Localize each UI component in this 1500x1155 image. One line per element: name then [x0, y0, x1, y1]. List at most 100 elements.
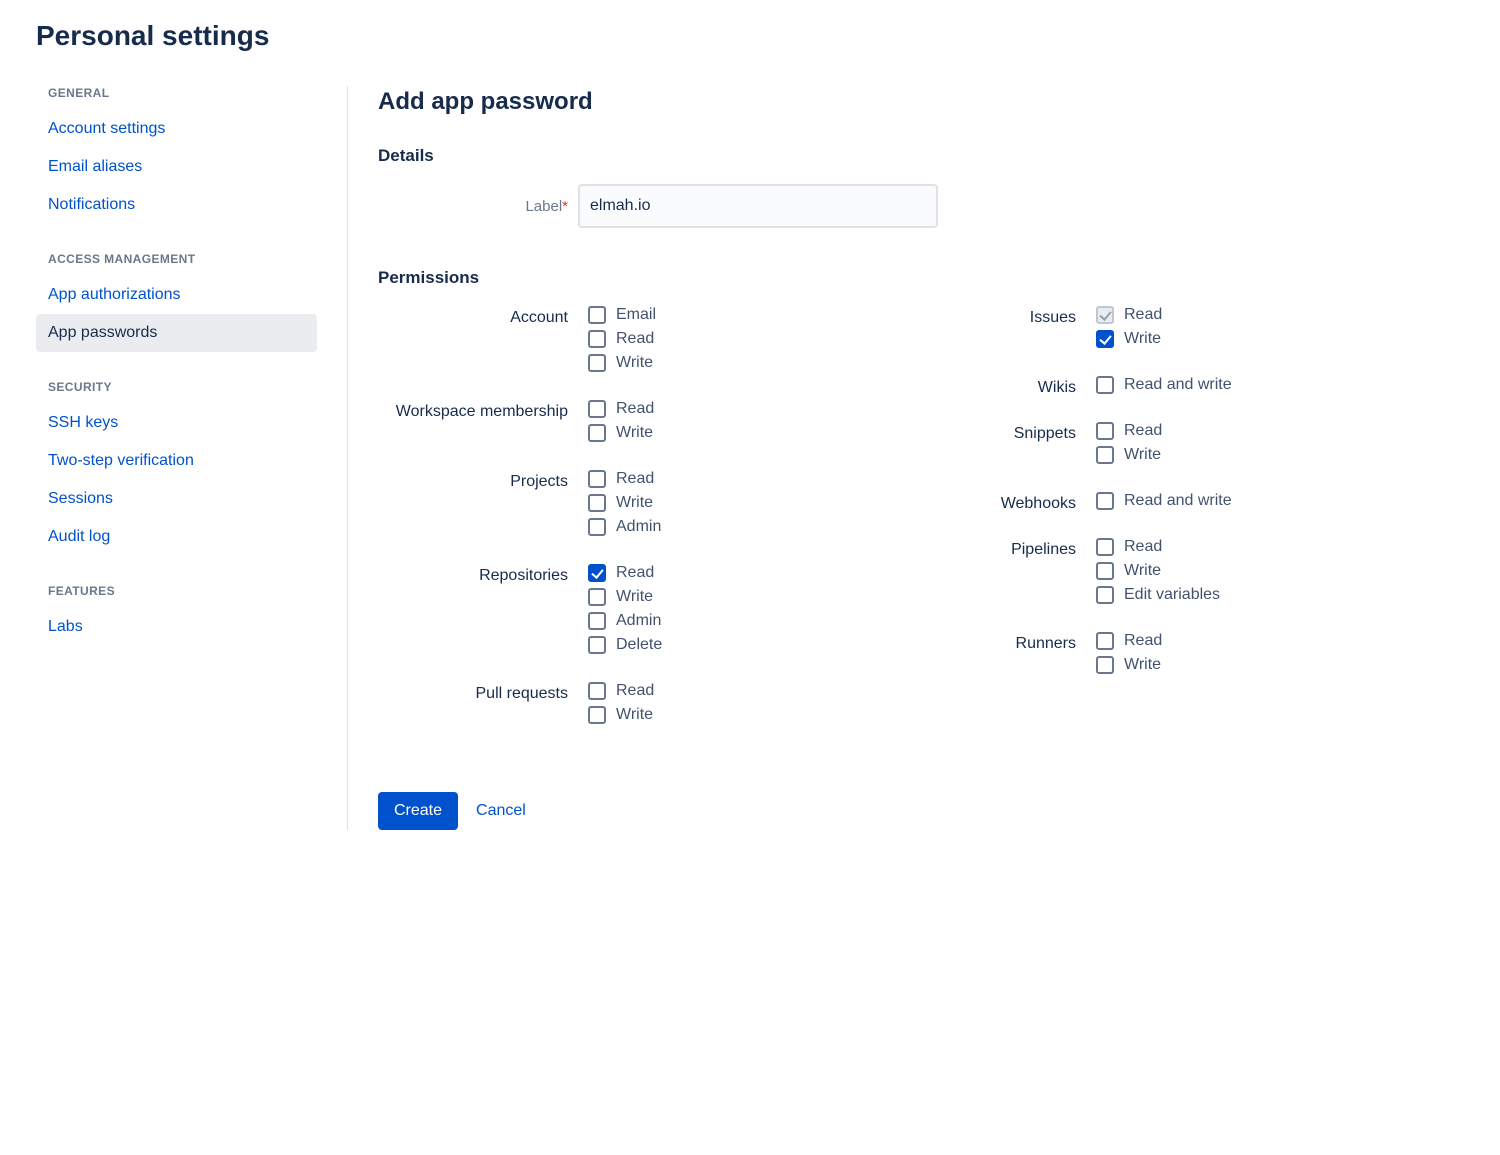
sidebar-item-two-step-verification[interactable]: Two-step verification	[36, 442, 317, 480]
label-input[interactable]	[578, 184, 938, 228]
checkbox[interactable]	[588, 330, 606, 348]
label-text: Label	[525, 198, 562, 215]
checkbox[interactable]	[588, 400, 606, 418]
sidebar-item-notifications[interactable]: Notifications	[36, 186, 317, 224]
sidebar-item-email-aliases[interactable]: Email aliases	[36, 148, 317, 186]
perm-option-label: Read	[1124, 306, 1162, 324]
perm-group-options: Read Write	[1096, 306, 1464, 354]
perm-option-read[interactable]: Read	[588, 400, 901, 418]
perm-option-label: Write	[1124, 330, 1161, 348]
perm-option-email[interactable]: Email	[588, 306, 901, 324]
checkbox[interactable]	[1096, 562, 1114, 580]
checkbox	[1096, 306, 1114, 324]
sidebar-item-audit-log[interactable]: Audit log	[36, 518, 317, 556]
perm-group-label: Projects	[378, 470, 588, 542]
perm-option-write[interactable]: Write	[1096, 330, 1464, 348]
permissions-column-right: IssuesReadWriteWikisRead and writeSnippe…	[941, 306, 1464, 752]
perm-option-write[interactable]: Write	[588, 424, 901, 442]
checkbox[interactable]	[1096, 538, 1114, 556]
checkbox[interactable]	[588, 564, 606, 582]
perm-group-options: Read and write	[1096, 376, 1464, 400]
checkbox[interactable]	[588, 306, 606, 324]
required-asterisk: *	[562, 198, 568, 215]
sidebar-section-heading: ACCESS MANAGEMENT	[36, 252, 317, 266]
perm-group-label: Pull requests	[378, 682, 588, 730]
sidebar: GENERALAccount settingsEmail aliasesNoti…	[36, 86, 348, 830]
perm-group-label: Repositories	[378, 564, 588, 660]
perm-group-options: Email Read Write	[588, 306, 901, 378]
permissions-column-left: AccountEmailReadWriteWorkspace membershi…	[378, 306, 901, 752]
perm-group-projects: Projects Read Write Admin	[378, 470, 901, 542]
perm-option-label: Read	[616, 564, 654, 582]
perm-group-options: Read Write Edit variables	[1096, 538, 1464, 610]
perm-option-delete[interactable]: Delete	[588, 636, 901, 654]
perm-option-read[interactable]: Read	[588, 470, 901, 488]
checkbox[interactable]	[1096, 656, 1114, 674]
perm-option-admin[interactable]: Admin	[588, 612, 901, 630]
sidebar-item-account-settings[interactable]: Account settings	[36, 110, 317, 148]
perm-option-read-and-write[interactable]: Read and write	[1096, 492, 1464, 510]
checkbox[interactable]	[588, 588, 606, 606]
checkbox[interactable]	[588, 518, 606, 536]
perm-option-edit-variables[interactable]: Edit variables	[1096, 586, 1464, 604]
checkbox[interactable]	[1096, 330, 1114, 348]
create-button[interactable]: Create	[378, 792, 458, 830]
checkbox[interactable]	[588, 706, 606, 724]
checkbox[interactable]	[1096, 422, 1114, 440]
checkbox[interactable]	[588, 612, 606, 630]
perm-option-label: Read	[616, 470, 654, 488]
checkbox[interactable]	[1096, 446, 1114, 464]
perm-option-label: Read	[1124, 632, 1162, 650]
perm-group-options: Read Write Admin Delete	[588, 564, 901, 660]
perm-option-read[interactable]: Read	[1096, 632, 1464, 650]
sidebar-item-sessions[interactable]: Sessions	[36, 480, 317, 518]
perm-option-write[interactable]: Write	[1096, 562, 1464, 580]
permissions-container: AccountEmailReadWriteWorkspace membershi…	[378, 306, 1464, 752]
checkbox[interactable]	[588, 636, 606, 654]
perm-option-admin[interactable]: Admin	[588, 518, 901, 536]
perm-option-read[interactable]: Read	[588, 682, 901, 700]
perm-option-read[interactable]: Read	[588, 330, 901, 348]
perm-group-options: Read Write Admin	[588, 470, 901, 542]
perm-option-write[interactable]: Write	[1096, 656, 1464, 674]
perm-option-write[interactable]: Write	[588, 354, 901, 372]
cancel-button[interactable]: Cancel	[476, 802, 526, 820]
perm-option-write[interactable]: Write	[588, 588, 901, 606]
perm-group-label: Pipelines	[941, 538, 1096, 610]
checkbox[interactable]	[1096, 492, 1114, 510]
sidebar-item-app-authorizations[interactable]: App authorizations	[36, 276, 317, 314]
perm-option-label: Email	[616, 306, 656, 324]
perm-group-label: Runners	[941, 632, 1096, 680]
perm-group-label: Snippets	[941, 422, 1096, 470]
perm-option-label: Write	[616, 494, 653, 512]
perm-option-label: Edit variables	[1124, 586, 1220, 604]
perm-option-write[interactable]: Write	[588, 494, 901, 512]
checkbox[interactable]	[588, 494, 606, 512]
perm-option-label: Admin	[616, 518, 661, 536]
checkbox[interactable]	[1096, 376, 1114, 394]
sidebar-item-ssh-keys[interactable]: SSH keys	[36, 404, 317, 442]
perm-group-pipelines: Pipelines Read Write Edit variables	[941, 538, 1464, 610]
perm-option-write[interactable]: Write	[1096, 446, 1464, 464]
checkbox[interactable]	[1096, 586, 1114, 604]
checkbox[interactable]	[588, 470, 606, 488]
perm-option-read-and-write[interactable]: Read and write	[1096, 376, 1464, 394]
perm-option-label: Write	[616, 706, 653, 724]
perm-group-label: Workspace membership	[378, 400, 588, 448]
sidebar-item-app-passwords[interactable]: App passwords	[36, 314, 317, 352]
perm-option-label: Read	[1124, 538, 1162, 556]
perm-option-read[interactable]: Read	[1096, 422, 1464, 440]
perm-option-read[interactable]: Read	[588, 564, 901, 582]
checkbox[interactable]	[588, 354, 606, 372]
perm-option-label: Delete	[616, 636, 662, 654]
perm-option-label: Admin	[616, 612, 661, 630]
checkbox[interactable]	[588, 682, 606, 700]
permissions-heading: Permissions	[378, 268, 1464, 288]
checkbox[interactable]	[1096, 632, 1114, 650]
perm-option-label: Write	[616, 354, 653, 372]
perm-option-read[interactable]: Read	[1096, 538, 1464, 556]
checkbox[interactable]	[588, 424, 606, 442]
main-content: Add app password Details Label* Permissi…	[348, 86, 1464, 830]
perm-option-write[interactable]: Write	[588, 706, 901, 724]
sidebar-item-labs[interactable]: Labs	[36, 608, 317, 646]
